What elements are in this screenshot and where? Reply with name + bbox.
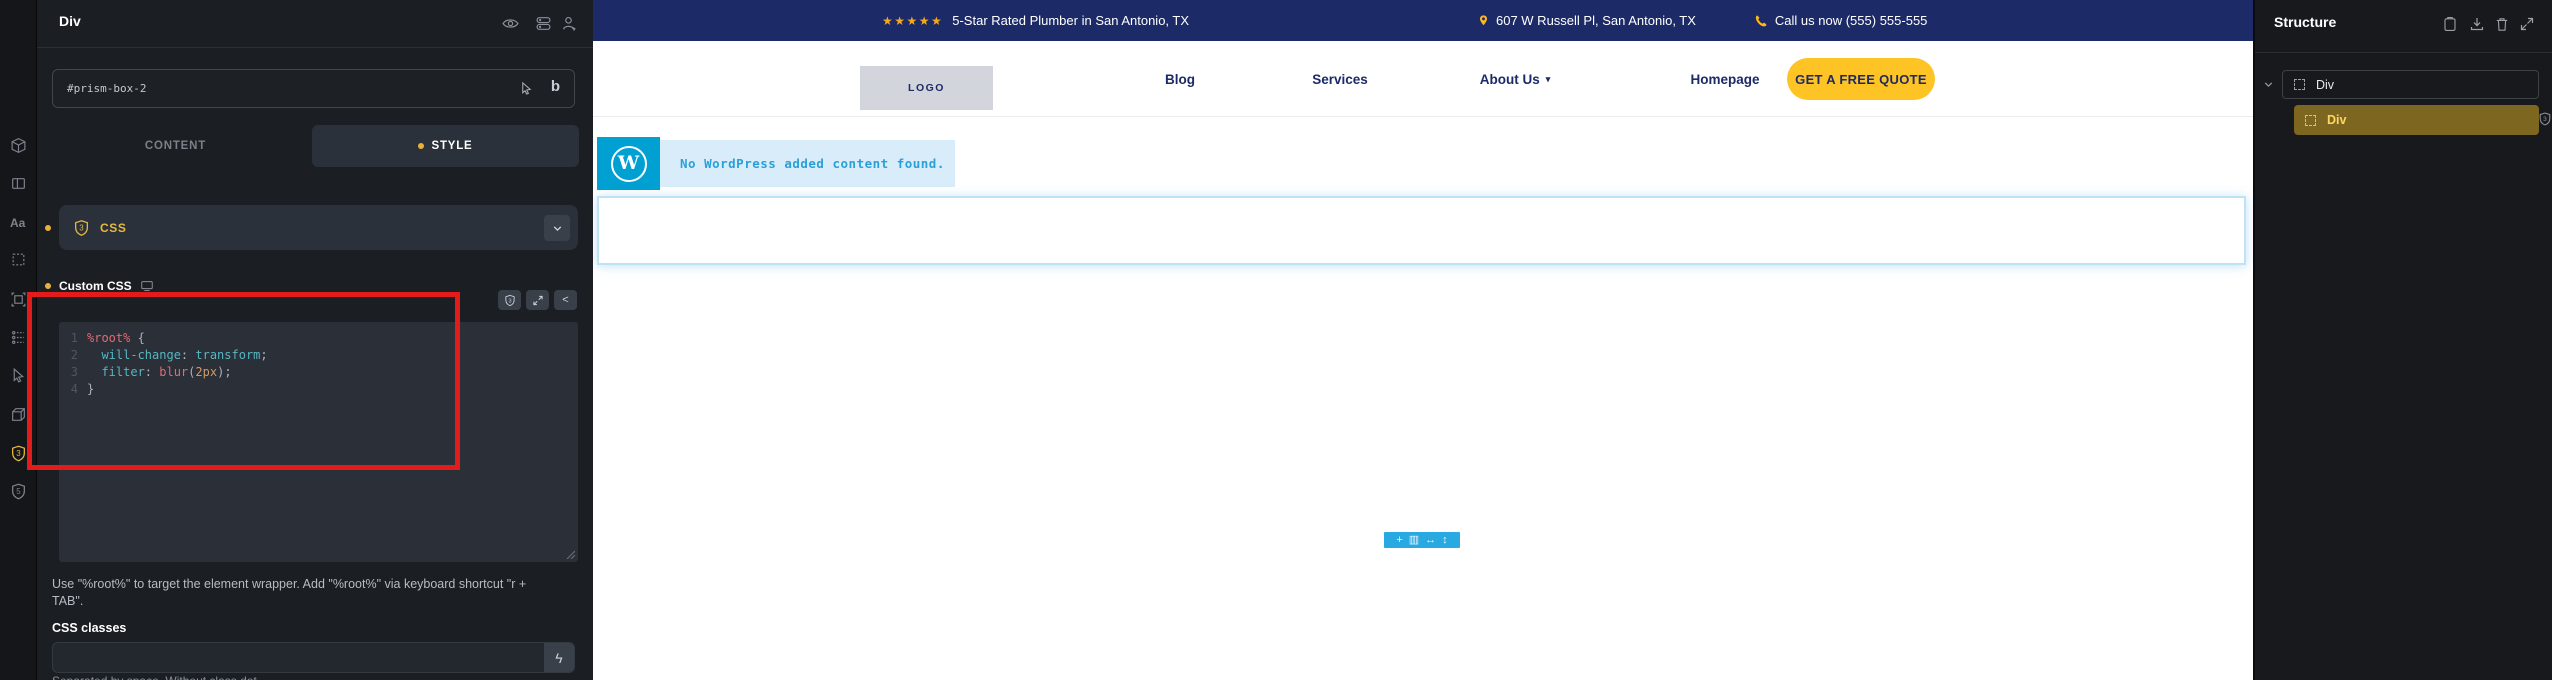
svg-text:3: 3 (79, 223, 84, 232)
get-free-quote-button[interactable]: GET A FREE QUOTE (1787, 58, 1935, 100)
device-monitor-icon[interactable] (140, 279, 154, 293)
site-topbar: ★★★★★ 5-Star Rated Plumber in San Antoni… (593, 0, 2253, 41)
element-toolbar-strip: Aa 3 5 (0, 0, 37, 680)
expand-editor-button[interactable] (526, 290, 549, 310)
section-modified-dot (45, 225, 51, 231)
nav-link-about-us[interactable]: About Us ▾ (1480, 41, 1551, 117)
panel-header: Div (37, 0, 593, 48)
svg-text:3: 3 (2543, 116, 2547, 123)
divider (2255, 52, 2552, 53)
div-element-icon (2294, 79, 2305, 90)
box-element-icon[interactable] (10, 137, 27, 154)
phone-text: Call us now (555) 555-555 (1774, 13, 1928, 28)
import-download-icon[interactable] (2469, 16, 2485, 32)
structure-title: Structure (2274, 14, 2337, 30)
modified-dot (418, 143, 425, 149)
clipboard-icon[interactable] (2442, 16, 2458, 32)
custom-css-label: Custom CSS (59, 279, 132, 293)
content-style-tabs: CONTENT STYLE (42, 125, 579, 167)
selection-frame-icon[interactable] (10, 291, 27, 308)
custom-css-help-text: Use "%root%" to target the element wrapp… (52, 577, 527, 608)
topbar-address[interactable]: 607 W Russell Pl, San Antonio, TX (1478, 13, 1696, 28)
svg-text:3: 3 (16, 449, 21, 458)
wordpress-notice: No WordPress added content found. (660, 140, 955, 187)
code-line: 2 will-change: transform; (70, 348, 268, 362)
tree-row-div-selected[interactable]: Div (2294, 105, 2539, 135)
css-classes-field: ϟ (52, 642, 575, 673)
custom-css-label-row: Custom CSS (45, 279, 154, 293)
wordpress-icon: W (610, 145, 647, 182)
tab-style[interactable]: STYLE (312, 125, 579, 167)
css-section-header[interactable]: 3 CSS (45, 205, 578, 250)
element-quick-toolbar: + ▥ ↔ ↕ (1384, 532, 1460, 548)
map-pin-icon (1478, 13, 1489, 28)
svg-text:3: 3 (508, 298, 511, 304)
columns-element-icon[interactable] (10, 175, 27, 192)
css3-shield-icon[interactable]: 3 (10, 445, 27, 462)
structure-panel: Structure Div Div 3 (2253, 0, 2552, 680)
rating-text: 5-Star Rated Plumber in San Antonio, TX (952, 13, 1190, 28)
trash-icon[interactable] (2494, 16, 2510, 32)
bold-b-icon[interactable]: b (551, 78, 560, 95)
chevron-down-icon: ▾ (1545, 73, 1551, 84)
pick-element-cursor-icon[interactable] (519, 81, 534, 96)
nav-link-services[interactable]: Services (1312, 41, 1368, 117)
code-line: 1 %root% { (70, 331, 145, 345)
code-line: 3 filter: blur(2px); (70, 365, 232, 379)
dotted-frame-icon[interactable] (10, 251, 27, 268)
selector-field: b (52, 69, 575, 108)
element-title: Div (59, 13, 81, 29)
div-element-icon (2305, 114, 2316, 126)
css-section-label: CSS (100, 220, 127, 235)
topbar-phone[interactable]: Call us now (555) 555-555 (1754, 13, 1927, 28)
lightning-quick-add-icon[interactable]: ϟ (544, 643, 574, 672)
tree-chevron-down-icon[interactable] (2262, 78, 2275, 91)
css-shield-button[interactable]: 3 (498, 290, 521, 310)
site-navbar: LOGO Blog Services About Us ▾ Homepage G… (593, 41, 2253, 117)
topbar-rating: ★★★★★ 5-Star Rated Plumber in San Antoni… (593, 13, 1478, 28)
phone-icon (1754, 14, 1768, 28)
selected-div-element[interactable] (597, 196, 2246, 265)
css-classes-hint: Separated by space. Without class dot. (52, 674, 260, 680)
css-classes-input[interactable] (63, 643, 533, 672)
element-settings-panel: Div b CONTENT STYLE (37, 0, 593, 680)
collapse-section-button[interactable] (544, 215, 570, 241)
css-classes-label: CSS classes (52, 621, 127, 635)
typography-icon[interactable]: Aa (10, 214, 27, 231)
site-preview-canvas: ★★★★★ 5-Star Rated Plumber in San Antoni… (593, 0, 2253, 680)
css3-shield-icon: 3 (73, 219, 90, 237)
code-collapse-button[interactable]: < (554, 290, 577, 310)
add-element-icon[interactable]: + (1396, 534, 1402, 546)
properties-list-icon[interactable] (10, 329, 27, 346)
tab-content[interactable]: CONTENT (42, 125, 309, 167)
site-logo[interactable]: LOGO (860, 66, 993, 110)
editor-resize-handle[interactable] (565, 549, 575, 559)
code-line: 4 } (70, 382, 95, 396)
wordpress-logo-badge: W (597, 137, 660, 190)
preview-eye-icon[interactable] (502, 15, 519, 32)
nav-link-homepage[interactable]: Homepage (1690, 41, 1759, 117)
breakdance-builder-window: Aa 3 5 Div #prism-box-2 b CONTENT STYLE … (0, 0, 2552, 680)
horizontal-resize-icon[interactable]: ↔ (1425, 534, 1436, 546)
nav-link-blog[interactable]: Blog (1165, 41, 1195, 117)
cursor-interactions-icon[interactable] (10, 367, 27, 384)
vertical-resize-icon[interactable]: ↕ (1442, 534, 1448, 546)
five-stars-icon: ★★★★★ (881, 13, 944, 28)
html5-shield-icon[interactable]: 5 (10, 483, 27, 500)
svg-text:5: 5 (16, 487, 21, 496)
expand-panel-icon[interactable] (2519, 16, 2535, 32)
user-history-icon[interactable] (560, 15, 577, 32)
field-modified-dot (45, 283, 51, 289)
presets-stack-icon[interactable] (535, 15, 552, 32)
address-text: 607 W Russell Pl, San Antonio, TX (1496, 13, 1696, 28)
tree-row-div-parent[interactable]: Div (2282, 70, 2539, 99)
row-css-shield-icon[interactable]: 3 (2538, 111, 2552, 127)
selector-input[interactable] (67, 70, 497, 107)
wrap-columns-icon[interactable]: ▥ (1409, 534, 1419, 546)
transform-3d-icon[interactable] (10, 406, 27, 423)
custom-css-code-editor[interactable]: 1 %root% { 2 will-change: transform; 3 f… (59, 322, 578, 562)
code-editor-buttons: 3 < (498, 290, 577, 310)
